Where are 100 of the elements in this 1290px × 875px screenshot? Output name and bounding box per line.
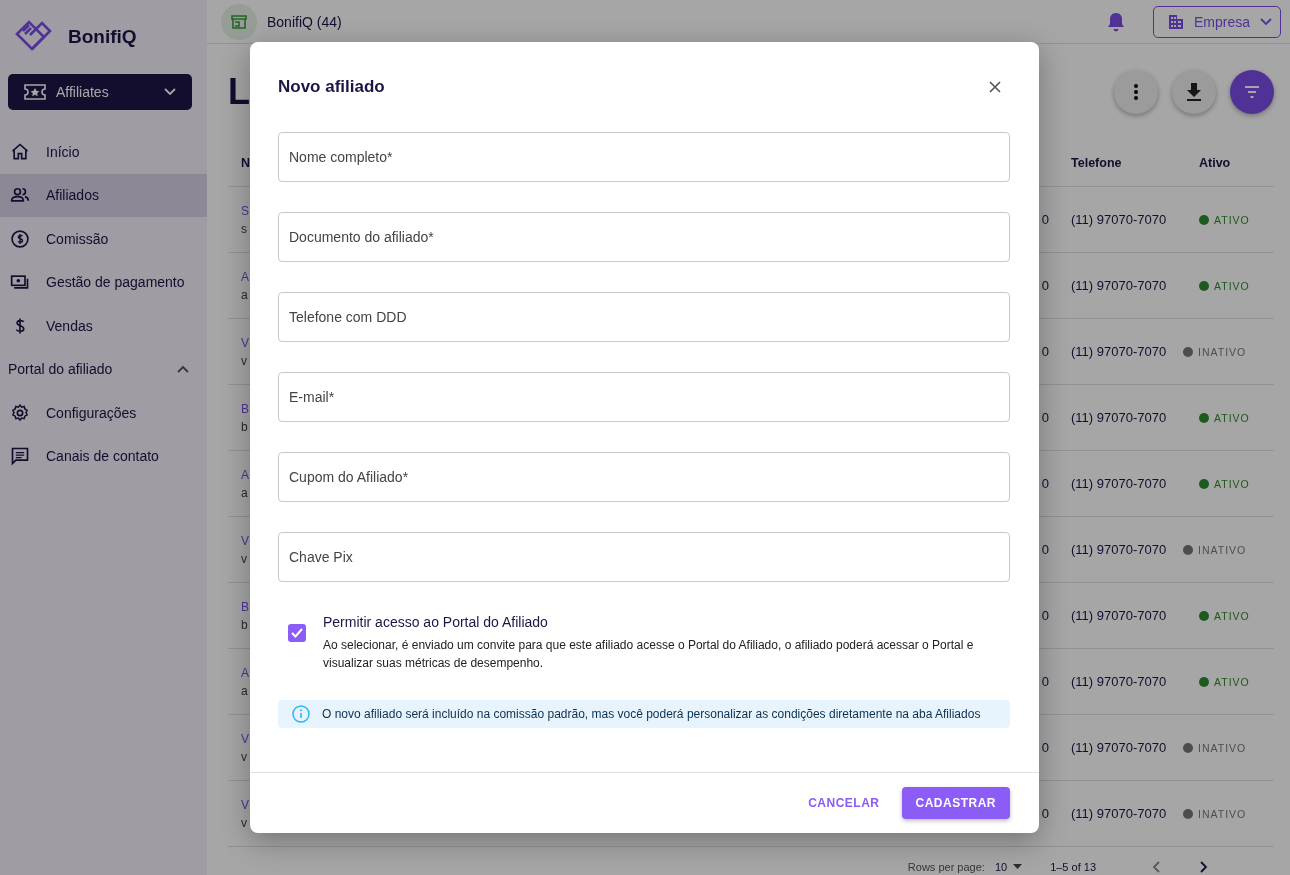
- affiliate-name[interactable]: B: [241, 401, 249, 416]
- affiliate-email: v: [241, 749, 247, 764]
- dollar-circle-icon: [10, 228, 30, 249]
- phone-cell-text: (11) 97070-7070: [1071, 608, 1168, 623]
- phone-cell-text: (11) 97070-7070: [1071, 344, 1168, 359]
- notification-icon[interactable]: [1106, 11, 1125, 32]
- phone-cell-text: (11) 97070-7070: [1071, 674, 1168, 689]
- info-text: O novo afiliado será incluído na comissão padrão, mas você poderá personalizar as condições diretamente na aba Afiliados: [322, 706, 981, 723]
- store-name: BonifiQ (44): [267, 13, 342, 30]
- sidebar-item[interactable]: Canais de contato: [0, 434, 207, 478]
- building-icon: [1167, 13, 1184, 30]
- table-cell-text: 0: [1041, 740, 1050, 755]
- table-cell-text: 0: [1041, 212, 1050, 227]
- affiliate-email: v: [241, 815, 247, 830]
- chat-icon: [10, 446, 30, 467]
- affiliate-name[interactable]: V: [241, 533, 249, 548]
- input-field[interactable]: Telefone com DDD: [278, 292, 1010, 342]
- input-field[interactable]: Chave Pix: [278, 532, 1010, 582]
- rows-per-page-select[interactable]: 10: [994, 860, 1023, 873]
- table-cell-text: 0: [1041, 410, 1050, 425]
- sidebar-item[interactable]: Comissão: [0, 217, 207, 261]
- download-button[interactable]: [1172, 70, 1216, 114]
- table-cell-text: 0: [1041, 344, 1050, 359]
- status-label: ATIVO: [1214, 609, 1250, 622]
- cancel-button[interactable]: CANCELAR: [808, 788, 880, 818]
- company-button[interactable]: Empresa: [1152, 5, 1281, 38]
- affiliate-name[interactable]: V: [241, 731, 249, 746]
- status-label: INATIVO: [1198, 741, 1247, 754]
- affiliate-name[interactable]: A: [241, 269, 249, 284]
- affiliate-email: a: [241, 287, 248, 302]
- affiliate-email: v: [241, 353, 247, 368]
- checkbox-description: Ao selecionar, é enviado um convite para que este afiliado acesse o Portal do Afiliado, o afiliado poderá acessar o Portal e visualizar suas métricas de desempenho.: [323, 637, 975, 672]
- table-cell-text: 0: [1041, 674, 1050, 689]
- affiliate-email: a: [241, 683, 248, 698]
- status-label: INATIVO: [1198, 543, 1247, 556]
- filter-button[interactable]: [1230, 70, 1274, 114]
- input-field[interactable]: Documento do afiliado*: [278, 212, 1010, 262]
- status-label: ATIVO: [1214, 675, 1250, 688]
- home-icon: [10, 141, 30, 162]
- input-field[interactable]: Cupom do Afiliado*: [278, 452, 1010, 502]
- status-label: ATIVO: [1214, 279, 1250, 292]
- sidebar-item[interactable]: Vendas: [0, 304, 207, 348]
- filter-icon: [1244, 86, 1260, 98]
- status-label: INATIVO: [1198, 807, 1247, 820]
- affiliate-email: b: [241, 617, 248, 632]
- settings-icon: [10, 402, 30, 423]
- affiliate-name[interactable]: B: [241, 599, 249, 614]
- product-switch[interactable]: Affiliates: [8, 74, 192, 110]
- phone-cell-text: (11) 97070-7070: [1071, 740, 1168, 755]
- chevron-icon: [164, 88, 176, 96]
- chevron-icon: [1260, 17, 1272, 26]
- status-label: ATIVO: [1214, 477, 1250, 490]
- affiliate-name[interactable]: A: [241, 467, 249, 482]
- phone-cell-text: (11) 97070-7070: [1071, 806, 1168, 821]
- status-label: ATIVO: [1214, 411, 1250, 424]
- phone-cell-text: (11) 97070-7070: [1071, 410, 1168, 425]
- affiliate-name[interactable]: V: [241, 797, 249, 812]
- column-header: Telefone: [1071, 156, 1123, 170]
- download-icon: [1186, 83, 1202, 101]
- affiliate-email: s: [241, 221, 247, 236]
- table-cell-text: 0: [1041, 806, 1050, 821]
- phone-cell-text: (11) 97070-7070: [1071, 278, 1168, 293]
- affiliate-name[interactable]: S: [241, 203, 249, 218]
- brand-name: BonifiQ: [68, 26, 137, 48]
- column-header: Ativo: [1199, 156, 1232, 170]
- sidebar-item[interactable]: Início: [0, 130, 207, 174]
- sidebar-item[interactable]: Afiliados: [0, 173, 207, 217]
- checkbox[interactable]: [288, 624, 306, 642]
- status-label: ATIVO: [1214, 213, 1250, 226]
- more-icon: [1134, 84, 1138, 100]
- table-cell-text: 0: [1041, 476, 1050, 491]
- sidebar-item[interactable]: Configurações: [0, 391, 207, 435]
- more-button[interactable]: [1114, 70, 1158, 114]
- affiliate-name[interactable]: V: [241, 335, 249, 350]
- affiliate-email: b: [241, 419, 248, 434]
- status-label: INATIVO: [1198, 345, 1247, 358]
- submit-button[interactable]: CADASTRAR: [901, 787, 1010, 819]
- checkbox-label: Permitir acesso ao Portal do Afiliado: [323, 614, 549, 630]
- phone-cell-text: (11) 97070-7070: [1071, 476, 1168, 491]
- input-field[interactable]: E-mail*: [278, 372, 1010, 422]
- chevron-icon: [177, 365, 189, 374]
- dropdown-icon: [1013, 864, 1023, 869]
- sidebar-section[interactable]: Portal do afiliado: [0, 347, 207, 391]
- phone-cell-text: (11) 97070-7070: [1071, 542, 1168, 557]
- column-header: N: [240, 156, 250, 170]
- table-cell-text: 0: [1041, 278, 1050, 293]
- sidebar-item[interactable]: Gestão de pagamento: [0, 260, 207, 304]
- page-title: L: [228, 71, 250, 113]
- affiliate-email: a: [241, 485, 248, 500]
- phone-cell-text: (11) 97070-7070: [1071, 212, 1168, 227]
- info-icon: [292, 705, 310, 723]
- affiliate-name[interactable]: A: [241, 665, 249, 680]
- dialog-title: Novo afiliado: [278, 77, 385, 97]
- rows-per-page-label: Rows per page:: [907, 860, 985, 873]
- close-button[interactable]: [987, 79, 1003, 95]
- affiliate-email: v: [241, 551, 247, 566]
- store-icon: [221, 3, 257, 40]
- page-range: 1–5 of 13: [1050, 860, 1096, 873]
- input-field[interactable]: Nome completo*: [278, 132, 1010, 182]
- table-cell-text: 0: [1041, 542, 1050, 557]
